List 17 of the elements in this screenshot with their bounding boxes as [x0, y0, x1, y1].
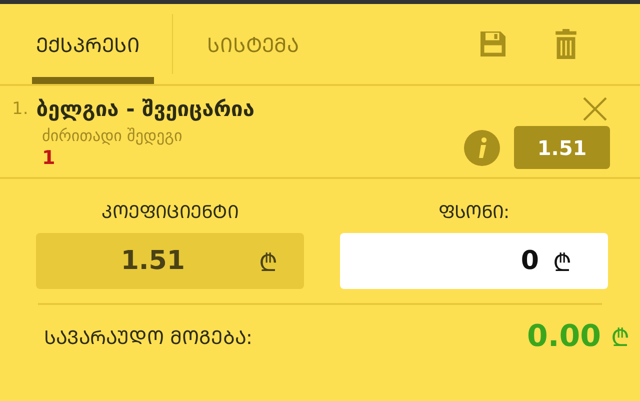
payout-label: ᲡᲐᲕᲐᲠᲐᲣᲓᲝ ᲛᲝᲒᲔᲑᲐ: — [44, 326, 252, 350]
match-name: ბელგია - შვეიცარია — [36, 97, 255, 121]
currency-sign: ₾ — [611, 323, 630, 353]
close-icon[interactable] — [582, 96, 608, 122]
save-icon[interactable] — [478, 29, 508, 59]
stake-field[interactable]: 0 ₾ — [340, 233, 608, 289]
market-name: ძირითადი შედეგი — [42, 126, 184, 145]
odds-field: 1.51 ₾ — [36, 233, 304, 289]
tab[interactable]: ᲔᲥᲡᲞᲠᲔᲡᲘ — [32, 4, 154, 84]
payout-value: 0.00 — [526, 319, 601, 354]
info-icon[interactable] — [464, 130, 500, 166]
field-label: ᲙᲝᲔᲤᲘᲪᲘᲔᲜᲢᲘ — [102, 201, 238, 223]
trash-icon[interactable] — [554, 29, 578, 59]
odds-badge: 1.51 — [514, 126, 610, 169]
bet-number: 1. — [12, 99, 28, 119]
pick-label: 1 — [42, 147, 56, 169]
field-label: ᲤᲡᲝᲜᲘ: — [438, 201, 510, 223]
